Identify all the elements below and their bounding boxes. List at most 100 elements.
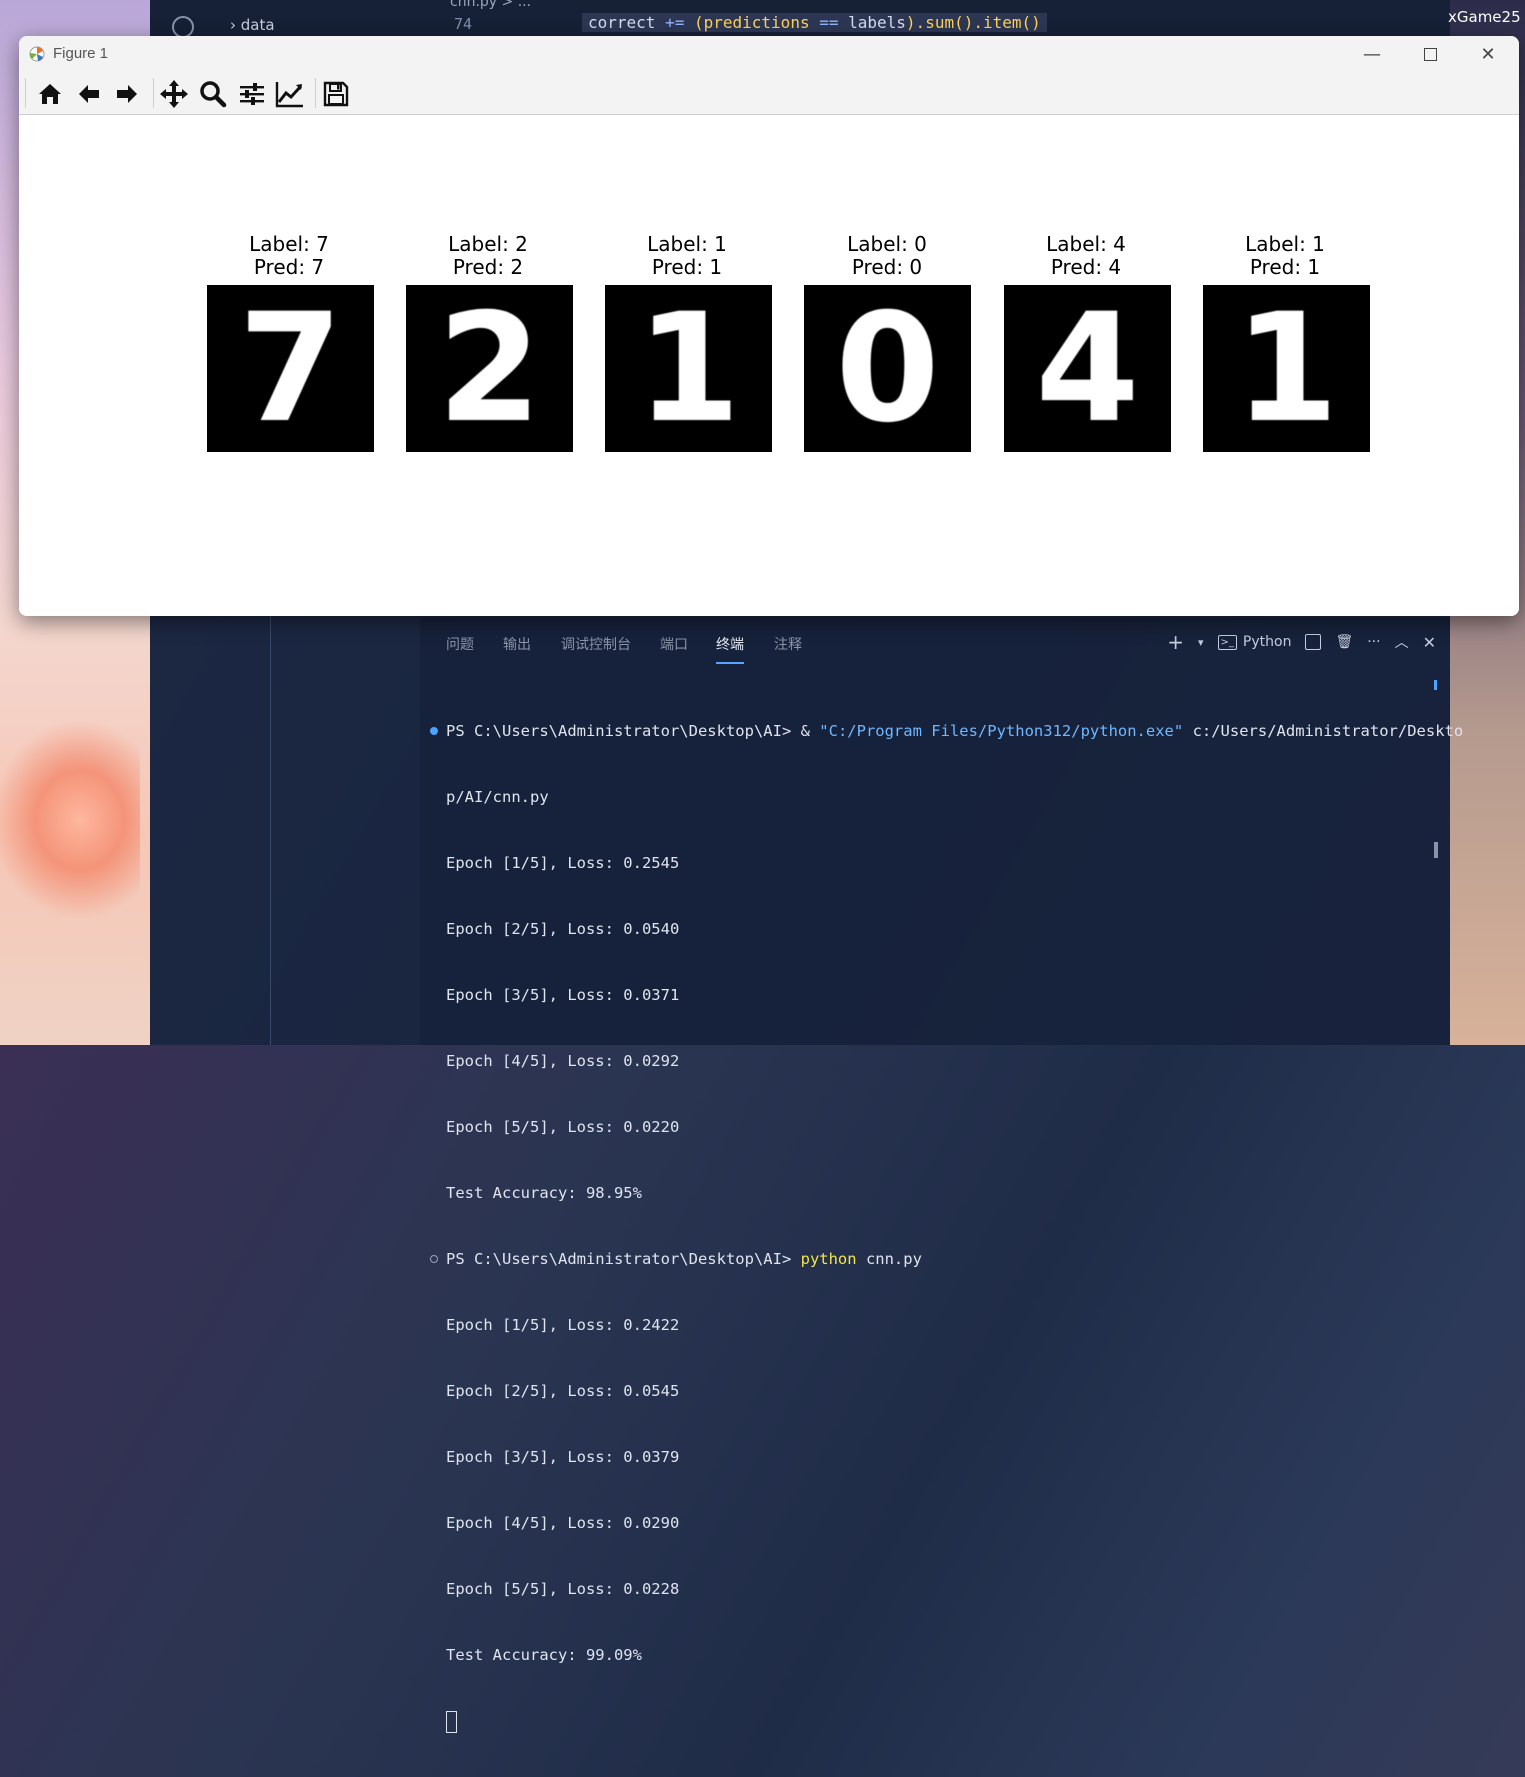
digit-glyph: 0 [835, 281, 940, 456]
command-success-dot-icon[interactable] [430, 727, 438, 735]
configure-subplots-button[interactable] [236, 78, 268, 110]
subplot-title: Label: 2 Pred: 2 [388, 233, 588, 279]
more-actions-icon[interactable]: ··· [1367, 634, 1380, 650]
forward-arrow-icon [117, 85, 137, 103]
terminal-line: p/AI/cnn.py [446, 788, 549, 806]
save-button[interactable] [320, 78, 352, 110]
pred-text: Pred: 1 [651, 255, 723, 279]
terminal-line: Epoch [5/5], Loss: 0.0228 [446, 1580, 680, 1598]
terminal-line: Epoch [2/5], Loss: 0.0545 [446, 1382, 680, 1400]
command-running-dot-icon[interactable] [430, 1255, 438, 1263]
edit-axis-line-icon [275, 82, 303, 108]
digit-glyph: 1 [636, 281, 741, 456]
close-button[interactable]: ✕ [1459, 38, 1517, 70]
code-line[interactable]: correct += (predictions == labels).sum()… [582, 13, 1047, 32]
subplot-title: Label: 4 Pred: 4 [986, 233, 1186, 279]
command: python [800, 1250, 857, 1268]
terminal-line: Epoch [4/5], Loss: 0.0290 [446, 1514, 680, 1532]
command-args: cnn.py [856, 1250, 922, 1268]
tab-comments[interactable]: 注释 [774, 634, 802, 654]
tab-output[interactable]: 输出 [503, 634, 531, 654]
code-tail: ).sum().item() [905, 13, 1041, 32]
code-eq: == [819, 13, 839, 32]
maximize-button[interactable] [1401, 38, 1459, 70]
label-text: Label: 0 [847, 232, 927, 256]
digit-glyph: 1 [1234, 281, 1339, 456]
code-expr-left: (predictions [693, 13, 810, 32]
minimize-icon: — [1363, 43, 1381, 65]
folder-label: data [240, 16, 275, 34]
tab-terminal[interactable]: 终端 [716, 634, 744, 664]
digit-image: 4 [1004, 281, 1171, 456]
prompt: PS C:\Users\Administrator\Desktop\AI> & [446, 722, 820, 740]
matplotlib-app-icon [29, 46, 45, 62]
breadcrumb[interactable]: cnn.py > ... [450, 0, 531, 10]
chevron-down-icon[interactable]: ▾ [1198, 636, 1204, 649]
subplots-config-icon [240, 83, 264, 105]
zoom-magnifier-icon [200, 81, 227, 108]
digit-glyph: 4 [1035, 281, 1140, 456]
title-bar[interactable]: Figure 1 — ✕ [19, 36, 1519, 72]
terminal-icon: >_ [1217, 634, 1237, 650]
home-icon [39, 84, 61, 104]
subplot-title: Label: 7 Pred: 7 [189, 233, 389, 279]
tab-debug-console[interactable]: 调试控制台 [561, 634, 631, 654]
label-text: Label: 1 [1245, 232, 1325, 256]
terminal-line: Test Accuracy: 98.95% [446, 1184, 642, 1202]
zoom-button[interactable] [197, 78, 229, 110]
script-path: c:/Users/Administrator/Deskto [1183, 722, 1464, 740]
explorer-folder-data[interactable]: › data [230, 16, 275, 34]
terminal-line: Test Accuracy: 99.09% [446, 1646, 642, 1664]
terminal-line: Epoch [5/5], Loss: 0.0220 [446, 1118, 680, 1136]
digit-image: 2 [406, 281, 573, 456]
split-terminal-icon[interactable] [1305, 634, 1322, 650]
line-number: 74 [454, 15, 473, 33]
close-icon: ✕ [1480, 43, 1496, 65]
tab-problems[interactable]: 问题 [446, 634, 474, 654]
maximize-panel-icon[interactable]: ︿ [1395, 632, 1409, 652]
maximize-icon [1423, 47, 1437, 61]
minimize-button[interactable]: — [1343, 38, 1401, 70]
terminal-line: Epoch [4/5], Loss: 0.0292 [446, 1052, 680, 1070]
terminal-line: Epoch [3/5], Loss: 0.0371 [446, 986, 680, 1004]
toolbar-divider [315, 78, 316, 108]
terminal-line: Epoch [1/5], Loss: 0.2545 [446, 854, 680, 872]
figure-toolbar [19, 72, 1519, 115]
terminal-shell-selector[interactable]: >_ Python [1217, 634, 1291, 650]
panel-tabs: 问题 输出 调试控制台 端口 终端 注释 + ▾ >_ Python 🗑 ···… [420, 618, 1450, 666]
subplot-title: Label: 1 Pred: 1 [1185, 233, 1385, 279]
window-title: Figure 1 [53, 45, 109, 62]
edit-axis-button[interactable] [274, 78, 306, 110]
code-op: += [665, 13, 685, 32]
terminal-line: Epoch [2/5], Loss: 0.0540 [446, 920, 680, 938]
pred-text: Pred: 7 [253, 255, 325, 279]
forward-button[interactable] [111, 78, 143, 110]
pan-move-icon [160, 80, 188, 108]
digit-glyph: 7 [238, 281, 343, 456]
terminal-line: Epoch [1/5], Loss: 0.2422 [446, 1316, 680, 1334]
account-icon[interactable] [172, 16, 194, 38]
code-expr-right: labels [848, 13, 906, 32]
terminal-panel: 问题 输出 调试控制台 端口 终端 注释 + ▾ >_ Python 🗑 ···… [420, 618, 1463, 1733]
new-terminal-icon[interactable]: + [1167, 630, 1184, 654]
terminal-line [446, 1710, 1436, 1733]
wallpaper-flower [0, 720, 140, 920]
python-path: "C:/Program Files/Python312/python.exe" [819, 722, 1184, 740]
back-button[interactable] [73, 78, 105, 110]
subplot-title: Label: 1 Pred: 1 [587, 233, 787, 279]
label-text: Label: 2 [448, 232, 528, 256]
pan-button[interactable] [158, 78, 190, 110]
tab-ports[interactable]: 端口 [660, 634, 688, 654]
figure-canvas[interactable]: Label: 7 Pred: 7 7 Label: 2 Pred: 2 2 La… [19, 115, 1519, 616]
terminal-output[interactable]: PS C:\Users\Administrator\Desktop\AI> & … [430, 676, 1463, 1777]
close-panel-icon[interactable]: ✕ [1423, 633, 1436, 652]
save-floppy-icon [323, 81, 349, 107]
digit-image: 7 [207, 281, 374, 456]
toolbar-divider [153, 78, 154, 108]
terminal-cursor [446, 1710, 457, 1733]
digit-image: 0 [804, 281, 971, 456]
trash-icon[interactable]: 🗑 [1335, 634, 1353, 650]
corner-username: xGame25 [1448, 8, 1521, 26]
home-button[interactable] [34, 78, 66, 110]
digit-glyph: 2 [437, 281, 542, 456]
